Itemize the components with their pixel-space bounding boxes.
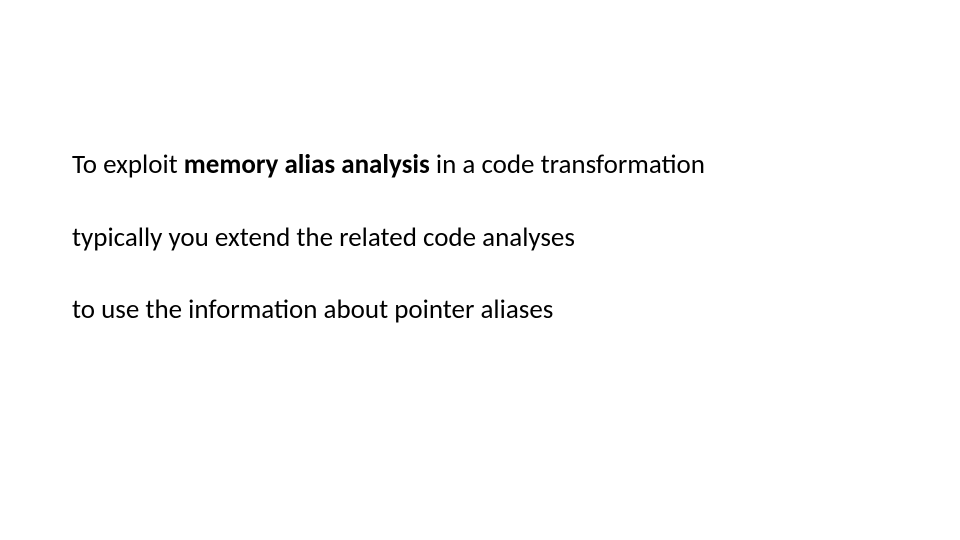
text-segment: in a code transformation (430, 148, 705, 181)
text-bold-segment: memory alias analysis (184, 148, 430, 181)
paragraph-3: to use the information about pointer ali… (72, 293, 902, 328)
text-segment: To exploit (72, 148, 184, 181)
paragraph-2: typically you extend the related code an… (72, 221, 902, 256)
paragraph-1: To exploit memory alias analysis in a co… (72, 148, 902, 183)
slide-body: To exploit memory alias analysis in a co… (72, 148, 902, 366)
slide: To exploit memory alias analysis in a co… (0, 0, 960, 540)
